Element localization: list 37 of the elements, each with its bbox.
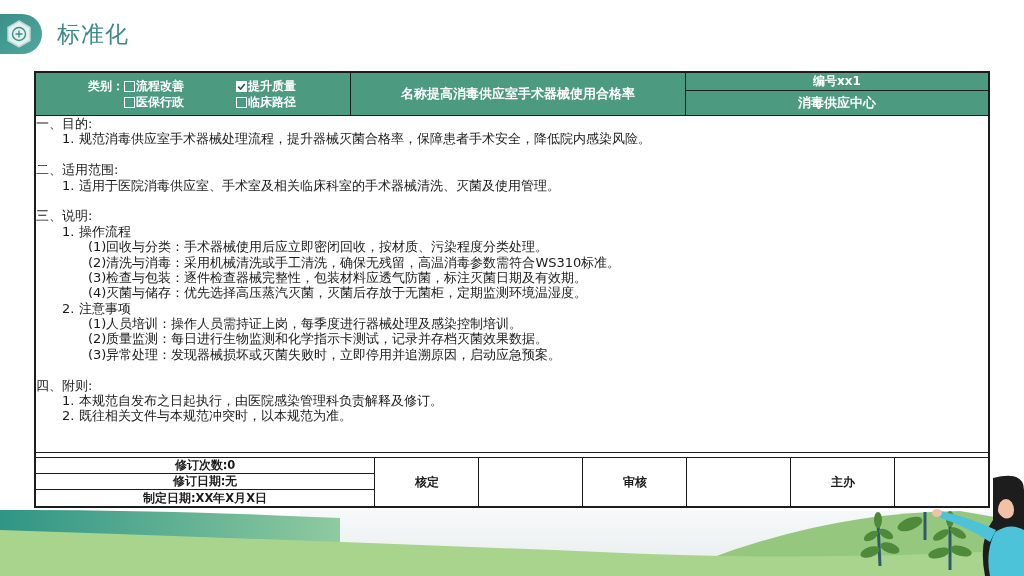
document-name-cell: 名称提高消毒供应室手术器械使用合格率 (351, 73, 686, 115)
document-number-cell: 编号xx1 (686, 73, 988, 91)
list-item: (3)异常处理：发现器械损坏或灭菌失败时，立即停用并追溯原因，启动应急预案。 (87, 346, 563, 363)
checkbox[interactable] (236, 96, 247, 108)
list-item: (2)清洗与消毒：采用机械清洗或手工清洗，确保无残留，高温消毒参数需符合WS310标准。 (87, 254, 622, 270)
record-cell: 修订次数:0 (36, 458, 374, 474)
checkbox[interactable] (124, 80, 135, 92)
page-title: 标准化 (57, 20, 129, 49)
record-cell-text: 制定日期:XX年X月X日 (141, 490, 269, 506)
list-item: (3)检查与包装：逐件检查器械完整性，包装材料应透气防菌，标注灭菌日期及有效期。 (87, 269, 589, 286)
category-label: 类别： (88, 78, 124, 94)
list-item: 2. 既往相关文件与本规范冲突时，以本规范为准。 (61, 408, 353, 424)
list-item: 1. 规范消毒供应室手术器械处理流程，提升器械灭菌合格率，保障患者手术安全，降低院内感染风险。 (61, 131, 652, 147)
list-item: 2. 注意事项 (61, 300, 132, 317)
list-item: (1)人员培训：操作人员需持证上岗，每季度进行器械处理及感染控制培训。 (87, 316, 524, 332)
section-heading: 三、说明: (36, 208, 94, 224)
department-cell-text: 消毒供应中心 (797, 93, 877, 112)
signoff-label-cell: 核定 (375, 458, 479, 506)
section-heading: 二、适用范围: (36, 162, 120, 178)
option-label: 临床路径 (248, 94, 296, 110)
option-label: 医保行政 (136, 94, 184, 110)
list-item: (4)灭菌与储存：优先选择高压蒸汽灭菌，灭菌后存放于无菌柜，定期监测环境温湿度。 (87, 285, 589, 301)
list-item: 1. 适用于医院消毒供应室、手术室及相关临床科室的手术器械清洗、灭菌及使用管理。 (61, 177, 561, 193)
list-item: 1. 本规范自发布之日起执行，由医院感染管理科负责解释及修订。 (61, 393, 444, 409)
section-heading: 一、目的: (36, 116, 94, 132)
option-label: 提升质量 (248, 78, 296, 94)
section-heading: 四、附则: (36, 377, 94, 394)
plus-hexagon-icon (0, 14, 42, 54)
checkbox[interactable] (124, 96, 135, 108)
signoff-label-cell: 审核 (583, 458, 687, 506)
signoff-label-cell: 主办 (791, 458, 895, 506)
checkbox[interactable] (236, 80, 247, 92)
list-item: (1)回收与分类：手术器械使用后应立即密闭回收，按材质、污染程度分类处理。 (87, 239, 550, 255)
list-item: 1. 操作流程 (61, 223, 132, 240)
record-cell: 修订日期:无 (36, 474, 374, 490)
list-item: (2)质量监测：每日进行生物监测和化学指示卡测试，记录并存档灭菌效果数据。 (87, 331, 550, 347)
option-label: 流程改善 (136, 78, 184, 94)
